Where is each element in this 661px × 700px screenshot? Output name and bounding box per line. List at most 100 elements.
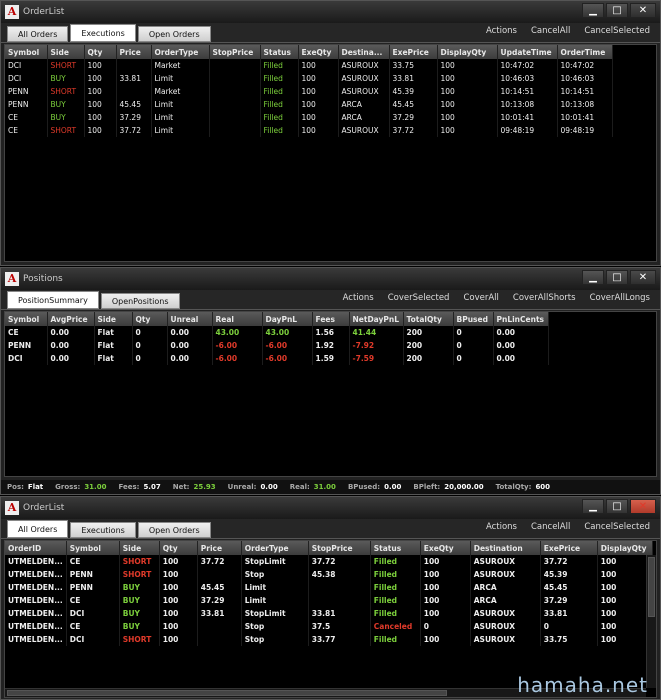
- column-header[interactable]: Status: [260, 45, 299, 59]
- column-header[interactable]: DayPnL: [262, 312, 313, 326]
- table-cell: 37.72: [540, 555, 598, 568]
- tab-open-orders[interactable]: Open Orders: [137, 26, 211, 42]
- column-header[interactable]: ExePrice: [540, 541, 598, 555]
- column-header[interactable]: Symbol: [5, 45, 48, 59]
- close-icon[interactable]: ✕: [630, 3, 656, 18]
- column-header[interactable]: TotalQty: [403, 312, 454, 326]
- column-header[interactable]: NetDayPnL: [349, 312, 404, 326]
- cover-all-longs-button[interactable]: CoverAllLongs: [590, 293, 650, 303]
- column-header[interactable]: Real: [212, 312, 263, 326]
- tab-all-orders[interactable]: All Orders: [7, 26, 69, 42]
- column-header[interactable]: BPused: [453, 312, 494, 326]
- cover-all-shorts-button[interactable]: CoverAllShorts: [513, 293, 576, 303]
- table-cell: [209, 124, 261, 137]
- tab-executions[interactable]: Executions: [70, 522, 136, 538]
- cancel-all-button[interactable]: CancelAll: [531, 26, 570, 36]
- table-row[interactable]: PENN BUY 100 45.45 Limit Filled 100 ARCA 45.45 10…: [5, 98, 613, 111]
- column-header[interactable]: Qty: [159, 541, 198, 555]
- table-row[interactable]: DCI 0.00 Flat 0 0.00 -6.00 -6.00 1.59 -7.59 200 0 0…: [5, 352, 549, 365]
- column-header[interactable]: Qty: [132, 312, 168, 326]
- column-header[interactable]: StopPrice: [209, 45, 261, 59]
- column-header[interactable]: OrderTime: [557, 45, 613, 59]
- table-cell: UTMELDEN...: [5, 620, 67, 633]
- executions-grid[interactable]: Symbol Side Qty Price OrderType StopPrice Stat…: [4, 44, 657, 262]
- table-cell: 33.75: [540, 633, 598, 646]
- column-header[interactable]: Status: [370, 541, 421, 555]
- minimize-icon[interactable]: ▁: [582, 270, 604, 285]
- table-row[interactable]: DCI BUY 100 33.81 Limit Filled 100 ASUROUX 33.81…: [5, 72, 613, 85]
- column-header[interactable]: Fees: [312, 312, 350, 326]
- table-row[interactable]: UTMELDEN... CE SHORT 100 37.72 StopLimit 37.72…: [5, 555, 653, 568]
- column-header[interactable]: Qty: [84, 45, 117, 59]
- column-header[interactable]: Side: [47, 45, 85, 59]
- column-header[interactable]: OrderID: [5, 541, 67, 555]
- tab-executions[interactable]: Executions: [70, 24, 136, 42]
- column-header[interactable]: OrderType: [151, 45, 210, 59]
- table-row[interactable]: CE SHORT 100 37.72 Limit Filled 100 ASUROUX 37.7…: [5, 124, 613, 137]
- tab-position-summary[interactable]: PositionSummary: [7, 291, 99, 309]
- table-cell: 0: [540, 620, 598, 633]
- table-row[interactable]: CE 0.00 Flat 0 0.00 43.00 43.00 1.56 41.44 200 0 0.…: [5, 326, 549, 339]
- tab-all-orders[interactable]: All Orders: [7, 520, 69, 538]
- table-cell: 0.00: [167, 326, 213, 339]
- column-header[interactable]: StopPrice: [308, 541, 371, 555]
- column-header[interactable]: Price: [197, 541, 242, 555]
- maximize-icon[interactable]: □: [606, 3, 628, 18]
- table-cell: 33.81: [308, 607, 371, 620]
- title-bar[interactable]: A OrderList ▁ □ ✕: [1, 1, 660, 23]
- maximize-icon[interactable]: □: [606, 499, 628, 514]
- column-header[interactable]: Price: [116, 45, 152, 59]
- column-header[interactable]: DisplayQty: [597, 541, 653, 555]
- cover-selected-button[interactable]: CoverSelected: [388, 293, 450, 303]
- actions-menu[interactable]: Actions: [486, 26, 517, 36]
- title-bar[interactable]: A Positions ▁ □ ✕: [1, 268, 660, 290]
- table-cell: 100: [159, 581, 198, 594]
- table-cell: 0.00: [493, 352, 549, 365]
- column-header[interactable]: OrderType: [241, 541, 309, 555]
- column-header[interactable]: ExePrice: [389, 45, 438, 59]
- minimize-icon[interactable]: ▁: [582, 3, 604, 18]
- column-header[interactable]: Destina...: [338, 45, 390, 59]
- close-icon[interactable]: ✕: [630, 270, 656, 285]
- maximize-icon[interactable]: □: [606, 270, 628, 285]
- table-row[interactable]: DCI SHORT 100 Market Filled 100 ASUROUX 33.75 10…: [5, 59, 613, 72]
- table-row[interactable]: PENN 0.00 Flat 0 0.00 -6.00 -6.00 1.92 -7.92 200 0…: [5, 339, 549, 352]
- column-header[interactable]: ExeQty: [298, 45, 339, 59]
- actions-menu[interactable]: Actions: [486, 522, 517, 532]
- cancel-all-button[interactable]: CancelAll: [531, 522, 570, 532]
- table-cell: Market: [151, 85, 210, 98]
- table-row[interactable]: UTMELDEN... CE BUY 100 Stop 37.5 Canceled 0 ASUR…: [5, 620, 653, 633]
- table-cell: -7.92: [349, 339, 404, 352]
- cancel-selected-button[interactable]: CancelSelected: [584, 26, 650, 36]
- table-row[interactable]: PENN SHORT 100 Market Filled 100 ASUROUX 45.39 1…: [5, 85, 613, 98]
- table-row[interactable]: UTMELDEN... DCI BUY 100 33.81 StopLimit 33.81 F…: [5, 607, 653, 620]
- table-cell: -6.00: [212, 339, 263, 352]
- minimize-icon[interactable]: ▁: [582, 499, 604, 514]
- column-header[interactable]: UpdateTime: [497, 45, 558, 59]
- column-header[interactable]: PnLinCents: [493, 312, 549, 326]
- positions-grid[interactable]: Symbol AvgPrice Side Qty Unreal Real DayPnL Fee…: [4, 311, 657, 477]
- table-row[interactable]: UTMELDEN... PENN BUY 100 45.45 Limit Filled 100…: [5, 581, 653, 594]
- column-header[interactable]: Unreal: [167, 312, 213, 326]
- column-header[interactable]: Side: [119, 541, 160, 555]
- table-row[interactable]: UTMELDEN... PENN SHORT 100 Stop 45.38 Filled 10…: [5, 568, 653, 581]
- table-row[interactable]: UTMELDEN... CE BUY 100 37.29 Limit Filled 100 AR…: [5, 594, 653, 607]
- column-header[interactable]: AvgPrice: [47, 312, 95, 326]
- tab-open-orders[interactable]: Open Orders: [137, 522, 211, 538]
- title-bar[interactable]: A OrderList ▁ □ ✕: [1, 497, 660, 519]
- column-header[interactable]: Destination: [470, 541, 541, 555]
- cover-all-button[interactable]: CoverAll: [463, 293, 498, 303]
- close-icon[interactable]: ✕: [630, 499, 656, 514]
- column-header[interactable]: DisplayQty: [437, 45, 498, 59]
- table-row[interactable]: UTMELDEN... DCI SHORT 100 Stop 33.77 Filled 100…: [5, 633, 653, 646]
- tab-open-positions[interactable]: OpenPositions: [100, 293, 180, 309]
- cancel-selected-button[interactable]: CancelSelected: [584, 522, 650, 532]
- orderlist-window-bottom: A OrderList ▁ □ ✕ All Orders Executions …: [0, 496, 661, 700]
- column-header[interactable]: Symbol: [66, 541, 120, 555]
- vertical-scrollbar[interactable]: [646, 555, 656, 688]
- column-header[interactable]: Symbol: [5, 312, 48, 326]
- actions-menu[interactable]: Actions: [343, 293, 374, 303]
- column-header[interactable]: Side: [94, 312, 133, 326]
- column-header[interactable]: ExeQty: [420, 541, 471, 555]
- table-row[interactable]: CE BUY 100 37.29 Limit Filled 100 ARCA 37.29 100 1…: [5, 111, 613, 124]
